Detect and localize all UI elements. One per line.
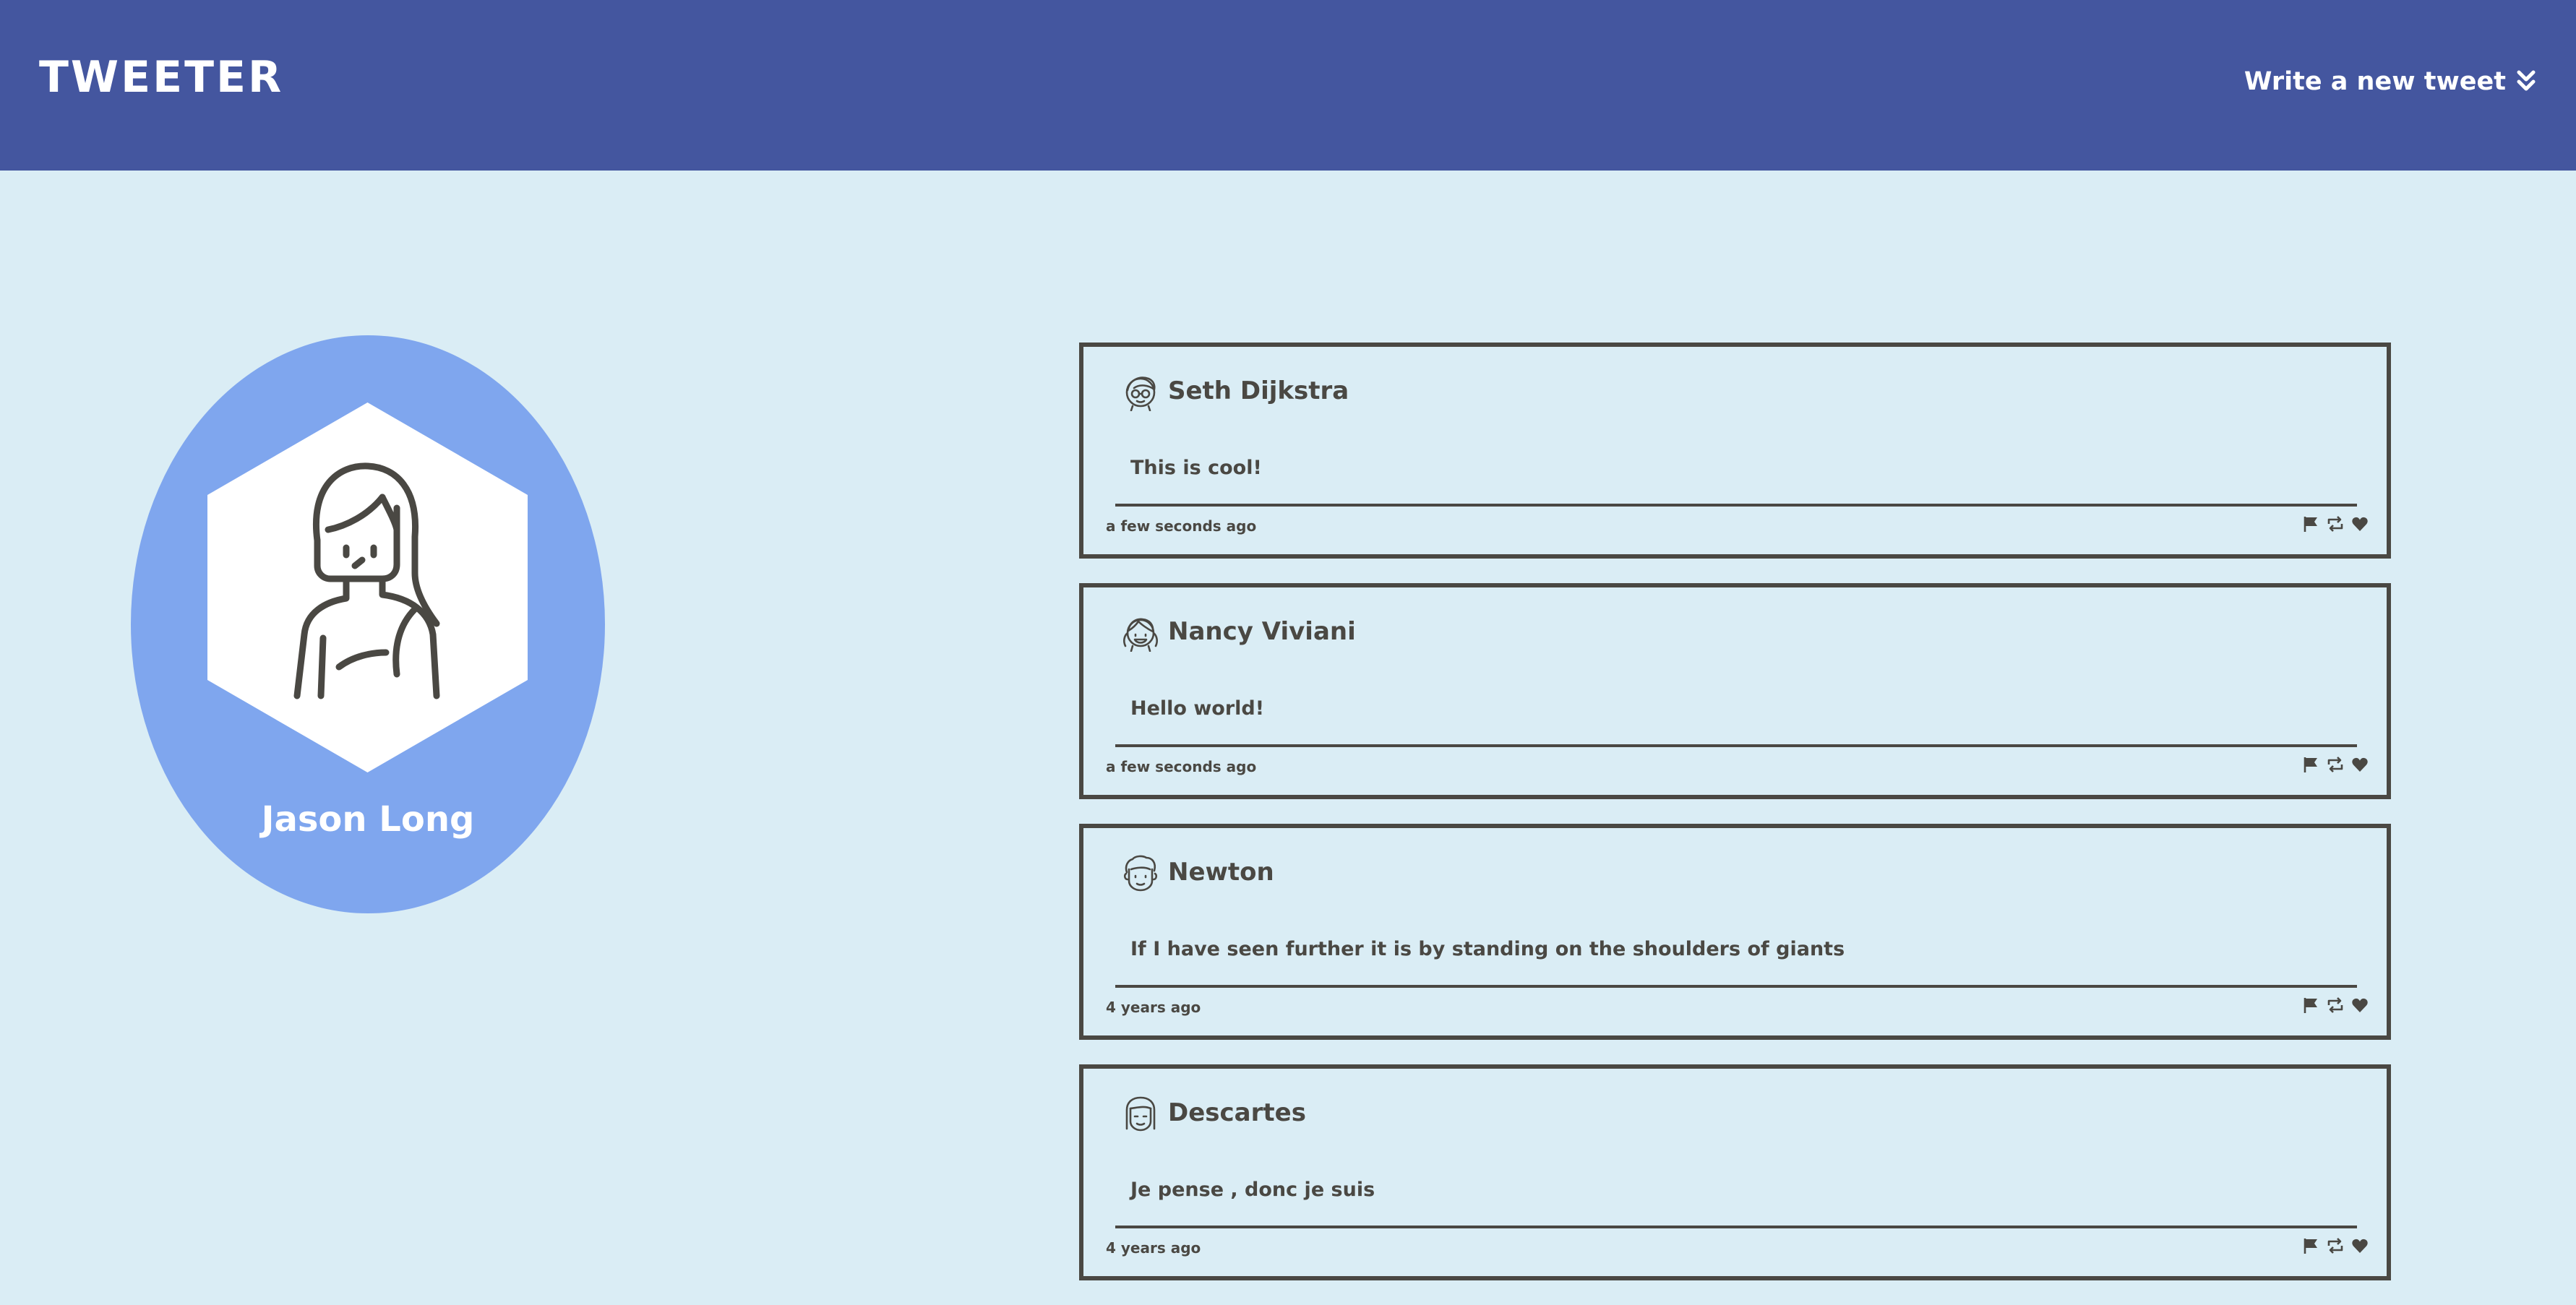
boy-glasses-avatar-icon [1125,376,1156,411]
profile-name: Jason Long [261,799,475,840]
heart-icon[interactable] [2351,1237,2369,1254]
tweet-divider [1115,504,2357,507]
tweet-divider [1115,1226,2357,1228]
heart-icon[interactable] [2351,515,2369,533]
heart-icon[interactable] [2351,996,2369,1014]
profile-avatar-hexagon [207,402,528,772]
flag-icon[interactable] [2302,1237,2319,1254]
app-logo[interactable]: TWEETER [39,52,283,103]
tweet-divider [1115,985,2357,988]
tweet-body: Je pense , donc je suis [1130,1179,1375,1201]
write-new-tweet-label: Write a new tweet [2244,67,2506,96]
tweet-actions [2302,515,2369,533]
girl-pigtails-avatar-icon [1123,618,1158,652]
retweet-icon[interactable] [2327,515,2344,533]
man-long-hair-avatar-icon [1125,1096,1156,1132]
tweet-actions [2302,1237,2369,1254]
heart-icon[interactable] [2351,756,2369,773]
double-chevron-down-icon [2516,69,2536,94]
retweet-icon[interactable] [2327,1237,2344,1254]
write-new-tweet-link[interactable]: Write a new tweet [2244,64,2536,100]
top-nav-bar: TWEETER Write a new tweet [0,0,2576,171]
profile-card: Jason Long [131,335,605,913]
man-curly-hair-avatar-icon [1123,855,1158,892]
tweet-timestamp: a few seconds ago [1106,517,1257,535]
flag-icon[interactable] [2302,996,2319,1014]
tweet-actions [2302,756,2369,773]
tweet-author[interactable]: Seth Dijkstra [1168,374,1349,408]
tweet-body: Hello world! [1130,697,1265,720]
tweet-author[interactable]: Descartes [1168,1096,1306,1129]
tweet-card: Nancy Viviani Hello world! a few seconds… [1079,583,2391,799]
retweet-icon[interactable] [2327,756,2344,773]
tweet-card: Seth Dijkstra This is cool! a few second… [1079,343,2391,559]
tweet-author[interactable]: Nancy Viviani [1168,615,1356,648]
tweet-body: If I have seen further it is by standing… [1130,938,1845,960]
retweet-icon[interactable] [2327,996,2344,1014]
tweet-timestamp: 4 years ago [1106,999,1201,1016]
tweet-body: This is cool! [1130,457,1262,479]
woman-avatar-icon [293,462,440,699]
flag-icon[interactable] [2302,515,2319,533]
tweet-card: Newton If I have seen further it is by s… [1079,824,2391,1040]
tweet-timestamp: a few seconds ago [1106,758,1257,775]
tweet-card: Descartes Je pense , donc je suis 4 year… [1079,1064,2391,1280]
tweet-timestamp: 4 years ago [1106,1239,1201,1257]
flag-icon[interactable] [2302,756,2319,773]
tweet-feed: Seth Dijkstra This is cool! a few second… [1079,343,2391,1305]
tweet-divider [1115,744,2357,747]
tweet-author[interactable]: Newton [1168,856,1274,889]
tweet-actions [2302,996,2369,1014]
